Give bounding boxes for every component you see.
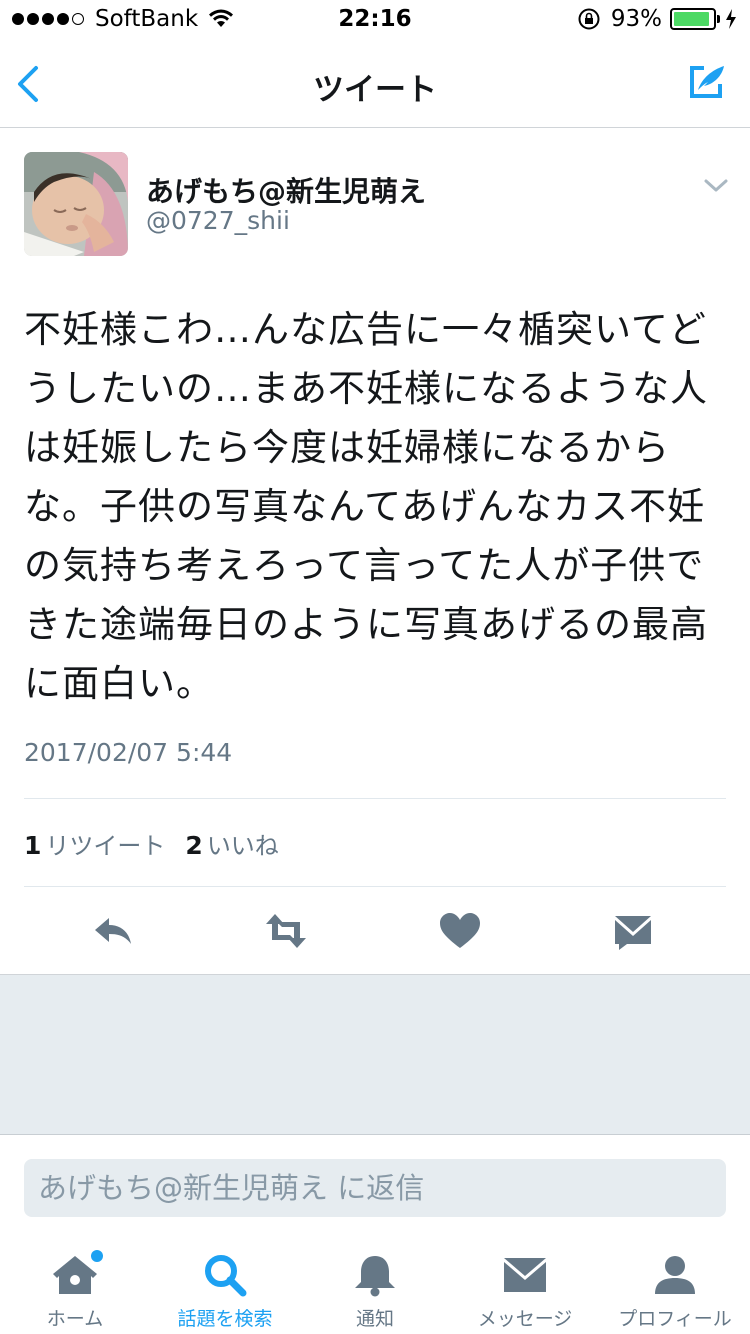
reply-input[interactable]: あげもち@新生児萌え に返信	[24, 1159, 726, 1217]
reply-icon[interactable]	[89, 910, 137, 952]
retweet-count[interactable]: 1	[24, 831, 41, 860]
tab-messages[interactable]: メッセージ	[450, 1252, 600, 1334]
retweet-icon[interactable]	[262, 910, 310, 952]
battery-percent: 93%	[610, 6, 662, 32]
tab-explore-label: 話題を検索	[177, 1308, 273, 1330]
bell-icon	[355, 1256, 395, 1297]
notification-dot	[91, 1250, 103, 1262]
envelope-icon	[504, 1258, 546, 1292]
tweet-timestamp: 2017/02/07 5:44	[24, 738, 233, 767]
tab-profile[interactable]: プロフィール	[600, 1252, 750, 1334]
display-name[interactable]: あげもち@新生児萌え	[146, 170, 426, 210]
tab-notifications-label: 通知	[355, 1308, 394, 1330]
battery-icon	[670, 8, 720, 30]
chevron-down-icon[interactable]	[702, 176, 730, 196]
tab-notifications[interactable]: 通知	[300, 1252, 450, 1334]
like-heart-icon[interactable]	[436, 910, 484, 952]
tweet-actions	[0, 900, 750, 962]
tab-home[interactable]: ホーム	[0, 1250, 150, 1334]
tab-profile-label: プロフィール	[618, 1308, 732, 1330]
person-icon	[655, 1256, 695, 1294]
compose-quill-icon[interactable]	[684, 60, 728, 104]
status-bar: SoftBank 22:16 93%	[0, 0, 750, 40]
status-right: 93%	[577, 6, 738, 32]
tab-messages-label: メッセージ	[477, 1308, 573, 1330]
charging-bolt-icon	[726, 9, 736, 29]
avatar-image	[24, 152, 128, 256]
like-label[interactable]: いいね	[207, 826, 279, 861]
search-icon	[205, 1255, 247, 1297]
content-background	[0, 974, 750, 1134]
tweet-text: 不妊様こわ…んな広告に一々楯突いてどうしたいの…まあ不妊様になるような人は妊娠し…	[24, 308, 708, 705]
rotation-lock-icon	[578, 8, 600, 30]
direct-message-icon[interactable]	[609, 910, 657, 952]
tab-home-label: ホーム	[46, 1308, 104, 1330]
page-title: ツイート	[313, 72, 437, 108]
navigation-bar: ツイート	[0, 40, 750, 128]
divider	[24, 886, 726, 887]
user-handle[interactable]: @0727_shii	[146, 206, 290, 235]
retweet-label[interactable]: リツイート	[45, 826, 165, 861]
divider	[24, 798, 726, 799]
tab-explore[interactable]: 話題を検索	[150, 1252, 300, 1334]
tweet-stats: 1 リツイート 2 いいね	[24, 826, 279, 861]
avatar[interactable]	[24, 152, 128, 256]
like-count[interactable]: 2	[185, 831, 202, 860]
